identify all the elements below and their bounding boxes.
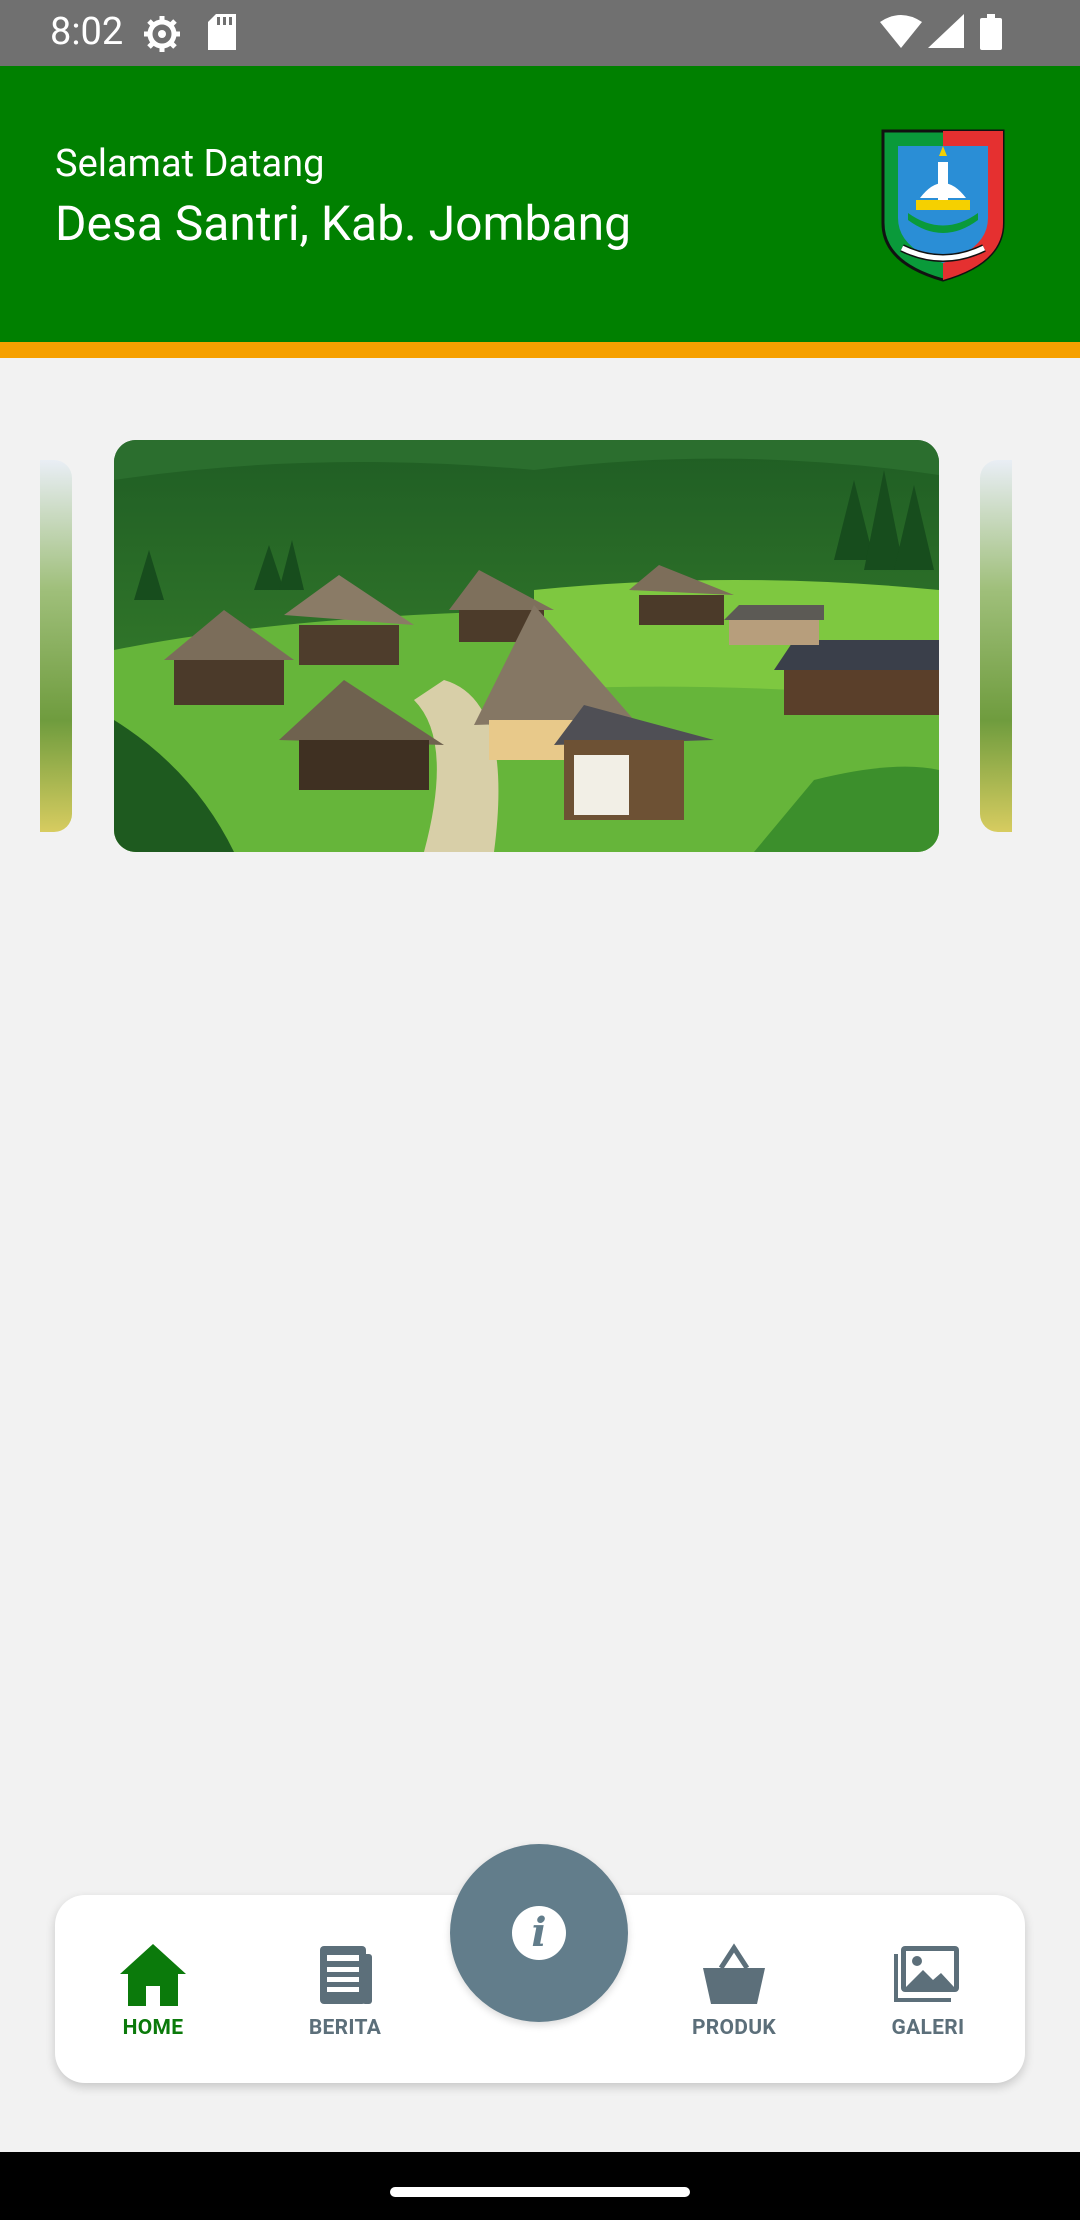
carousel-slide-image[interactable] <box>114 440 939 852</box>
nav-galeri-label: GALERI <box>891 2016 965 2040</box>
sd-card-icon <box>208 14 236 50</box>
carousel-prev-peek[interactable] <box>40 460 72 832</box>
nav-home-label: HOME <box>122 2016 184 2040</box>
header-stripe <box>0 342 1080 358</box>
nav-berita[interactable]: BERITA <box>265 1940 425 2040</box>
settings-icon <box>144 16 180 52</box>
system-navigation-bar <box>0 2152 1080 2220</box>
gallery-icon <box>894 1946 959 2002</box>
home-icon <box>120 1944 186 2006</box>
status-time: 8:02 <box>50 10 124 54</box>
village-landscape-image <box>114 440 939 852</box>
greeting-text: Selamat Datang <box>55 142 325 186</box>
nav-berita-label: BERITA <box>308 2016 382 2040</box>
nav-galeri[interactable]: GALERI <box>848 1940 1008 2040</box>
battery-icon <box>980 14 1002 50</box>
newspaper-icon <box>320 1946 372 2004</box>
nav-produk-label: PRODUK <box>691 2016 777 2040</box>
village-title: Desa Santri, Kab. Jombang <box>55 195 632 252</box>
home-gesture-handle[interactable] <box>390 2187 690 2197</box>
nav-home[interactable]: HOME <box>73 1940 233 2040</box>
info-icon: i <box>512 1906 566 1960</box>
nav-produk[interactable]: PRODUK <box>654 1940 814 2040</box>
info-fab-button[interactable]: i <box>450 1844 628 2022</box>
basket-icon <box>703 1943 765 2004</box>
signal-icon <box>928 14 964 48</box>
wifi-icon <box>880 15 922 48</box>
carousel-next-peek[interactable] <box>980 460 1012 832</box>
regency-crest-icon <box>881 129 1005 282</box>
status-bar: 8:02 <box>0 0 1080 66</box>
